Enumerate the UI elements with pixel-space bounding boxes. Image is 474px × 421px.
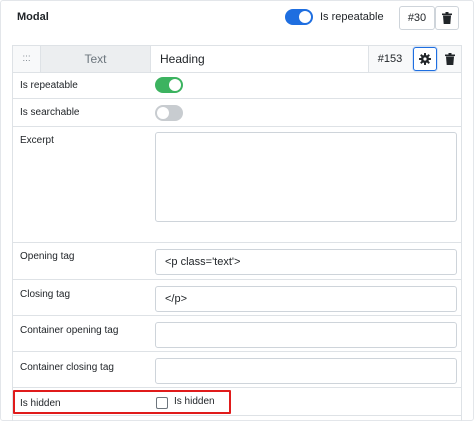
field-bar: ::: Text Heading #153 xyxy=(12,45,462,73)
trash-icon xyxy=(442,12,452,24)
excerpt-label: Excerpt xyxy=(20,135,54,146)
container-opening-tag-input[interactable] xyxy=(155,322,457,348)
toggle-knob xyxy=(169,79,181,91)
modal-header: Modal Is repeatable #30 xyxy=(0,0,474,40)
gear-icon xyxy=(419,53,431,65)
closing-tag-label: Closing tag xyxy=(20,289,71,300)
highlight-box xyxy=(13,390,231,414)
opening-tag-label: Opening tag xyxy=(20,251,75,262)
is-searchable-label: Is searchable xyxy=(20,107,80,118)
setting-row-container-opening-tag: Container opening tag xyxy=(12,316,462,352)
setting-row-is-searchable: Is searchable xyxy=(12,99,462,127)
drag-handle-icon[interactable]: ::: xyxy=(13,46,41,72)
field-id-badge: #153 xyxy=(377,53,403,65)
field-delete-button[interactable] xyxy=(439,47,461,71)
container-opening-tag-label: Container opening tag xyxy=(20,325,119,336)
toggle-knob xyxy=(157,107,169,119)
field-type-label: Text xyxy=(41,46,151,72)
modal-repeatable-toggle[interactable] xyxy=(285,9,313,25)
toggle-knob xyxy=(299,11,311,23)
container-closing-tag-input[interactable] xyxy=(155,358,457,384)
modal-id-badge: #30 xyxy=(399,6,435,30)
trash-icon xyxy=(445,53,455,65)
modal-repeatable-label: Is repeatable xyxy=(320,11,384,23)
setting-row-closing-tag: Closing tag </p> xyxy=(12,280,462,316)
field-name-input[interactable]: Heading xyxy=(151,46,369,72)
setting-row-excerpt: Excerpt xyxy=(12,127,462,243)
setting-row-opening-tag: Opening tag <p class='text'> xyxy=(12,243,462,280)
excerpt-textarea[interactable] xyxy=(155,132,457,222)
setting-row-is-repeatable: Is repeatable xyxy=(12,73,462,99)
modal-title: Modal xyxy=(17,11,49,23)
container-closing-tag-label: Container closing tag xyxy=(20,362,114,373)
modal-delete-button[interactable] xyxy=(435,6,459,30)
is-repeatable-label: Is repeatable xyxy=(20,80,78,91)
is-repeatable-toggle[interactable] xyxy=(155,77,183,93)
closing-tag-input[interactable]: </p> xyxy=(155,286,457,312)
setting-row-container-closing-tag: Container closing tag xyxy=(12,352,462,388)
is-searchable-toggle[interactable] xyxy=(155,105,183,121)
field-settings-button[interactable] xyxy=(413,47,437,71)
opening-tag-input[interactable]: <p class='text'> xyxy=(155,249,457,275)
